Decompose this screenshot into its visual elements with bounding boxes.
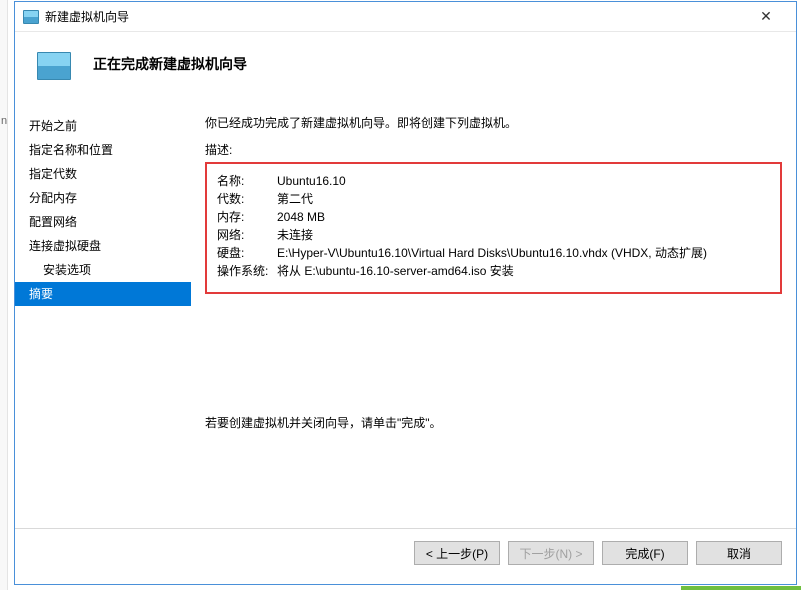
bottom-accent xyxy=(681,586,801,590)
window-icon xyxy=(23,10,39,24)
finish-button[interactable]: 完成(F) xyxy=(602,541,688,565)
wizard-window: 新建虚拟机向导 正在完成新建虚拟机向导 开始之前 指定名称和位置 指定代数 分配… xyxy=(14,1,797,585)
finish-hint: 若要创建虚拟机并关闭向导，请单击"完成"。 xyxy=(205,414,782,431)
sidebar-item-label: 分配内存 xyxy=(29,191,77,205)
sidebar-item-label: 指定名称和位置 xyxy=(29,143,113,157)
summary-val: 第二代 xyxy=(277,190,770,208)
summary-row: 代数:第二代 xyxy=(217,190,770,208)
summary-box: 名称:Ubuntu16.10 代数:第二代 内存:2048 MB 网络:未连接 … xyxy=(205,162,782,294)
summary-val: Ubuntu16.10 xyxy=(277,172,770,190)
summary-key: 网络: xyxy=(217,226,277,244)
sidebar: 开始之前 指定名称和位置 指定代数 分配内存 配置网络 连接虚拟硬盘 安装选项 … xyxy=(15,92,191,528)
sidebar-item-gen[interactable]: 指定代数 xyxy=(15,162,191,186)
summary-row: 网络:未连接 xyxy=(217,226,770,244)
desc-label: 描述: xyxy=(205,141,782,158)
wizard-body: 开始之前 指定名称和位置 指定代数 分配内存 配置网络 连接虚拟硬盘 安装选项 … xyxy=(15,92,796,528)
summary-key: 硬盘: xyxy=(217,244,277,262)
sidebar-item-mem[interactable]: 分配内存 xyxy=(15,186,191,210)
summary-val: 将从 E:\ubuntu-16.10-server-amd64.iso 安装 xyxy=(277,262,770,280)
stripe-mark: n xyxy=(1,115,7,127)
content-panel: 你已经成功完成了新建虚拟机向导。即将创建下列虚拟机。 描述: 名称:Ubuntu… xyxy=(191,92,796,528)
summary-val: E:\Hyper-V\Ubuntu16.10\Virtual Hard Disk… xyxy=(277,244,770,262)
sidebar-item-summary[interactable]: 摘要 xyxy=(15,282,191,306)
sidebar-item-disk[interactable]: 连接虚拟硬盘 xyxy=(15,234,191,258)
wizard-footer: < 上一步(P) 下一步(N) > 完成(F) 取消 xyxy=(15,528,796,577)
header-icon xyxy=(37,52,71,80)
summary-key: 内存: xyxy=(217,208,277,226)
summary-row: 操作系统:将从 E:\ubuntu-16.10-server-amd64.iso… xyxy=(217,262,770,280)
sidebar-item-label: 安装选项 xyxy=(43,263,91,277)
wizard-header: 正在完成新建虚拟机向导 xyxy=(15,32,796,92)
summary-row: 硬盘:E:\Hyper-V\Ubuntu16.10\Virtual Hard D… xyxy=(217,244,770,262)
next-button: 下一步(N) > xyxy=(508,541,594,565)
titlebar: 新建虚拟机向导 xyxy=(15,2,796,32)
sidebar-item-label: 配置网络 xyxy=(29,215,77,229)
window-title: 新建虚拟机向导 xyxy=(45,8,744,25)
prev-button[interactable]: < 上一步(P) xyxy=(414,541,500,565)
summary-key: 操作系统: xyxy=(217,262,277,280)
sidebar-item-name[interactable]: 指定名称和位置 xyxy=(15,138,191,162)
sidebar-item-label: 指定代数 xyxy=(29,167,77,181)
summary-key: 名称: xyxy=(217,172,277,190)
summary-row: 名称:Ubuntu16.10 xyxy=(217,172,770,190)
cancel-button[interactable]: 取消 xyxy=(696,541,782,565)
sidebar-item-net[interactable]: 配置网络 xyxy=(15,210,191,234)
sidebar-item-before[interactable]: 开始之前 xyxy=(15,114,191,138)
sidebar-item-install[interactable]: 安装选项 xyxy=(15,258,191,282)
summary-val: 未连接 xyxy=(277,226,770,244)
intro-text: 你已经成功完成了新建虚拟机向导。即将创建下列虚拟机。 xyxy=(205,114,782,131)
sidebar-item-label: 开始之前 xyxy=(29,119,77,133)
close-icon[interactable] xyxy=(744,3,788,31)
summary-val: 2048 MB xyxy=(277,208,770,226)
summary-row: 内存:2048 MB xyxy=(217,208,770,226)
sidebar-item-label: 摘要 xyxy=(29,287,53,301)
page-title: 正在完成新建虚拟机向导 xyxy=(93,54,247,74)
outer-left-stripe: n xyxy=(0,0,8,590)
summary-key: 代数: xyxy=(217,190,277,208)
sidebar-item-label: 连接虚拟硬盘 xyxy=(29,239,101,253)
